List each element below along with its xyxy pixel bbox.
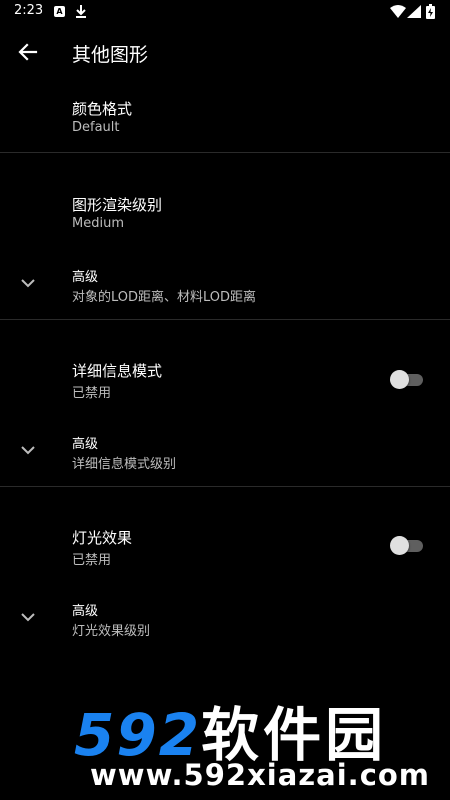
pref-color-format[interactable]: 颜色格式 Default: [0, 80, 450, 152]
advanced-expand-detail[interactable]: 高级 详细信息模式级别: [0, 419, 450, 485]
pref-detail-mode[interactable]: 详细信息模式 已禁用: [0, 320, 450, 416]
pref-title: 详细信息模式: [72, 362, 163, 380]
app-notification-icon: A: [54, 6, 65, 17]
pref-light-effect[interactable]: 灯光效果 已禁用: [0, 487, 450, 583]
advanced-title: 高级: [72, 437, 99, 452]
battery-icon: [426, 4, 435, 19]
pref-title: 灯光效果: [72, 529, 133, 547]
advanced-title: 高级: [72, 604, 99, 619]
advanced-summary: 灯光效果级别: [72, 624, 151, 639]
pref-summary: Default: [72, 120, 120, 135]
light-effect-switch[interactable]: [390, 533, 424, 557]
back-button[interactable]: [12, 36, 44, 68]
advanced-summary: 详细信息模式级别: [72, 457, 177, 472]
advanced-expand-light[interactable]: 高级 灯光效果级别: [0, 586, 450, 652]
switch-thumb: [390, 370, 409, 389]
status-bar: 2:23 A: [0, 0, 450, 24]
pref-title: 图形渲染级别: [72, 196, 163, 214]
advanced-summary: 对象的LOD距离、材料LOD距离: [72, 290, 257, 305]
advanced-expand-lod[interactable]: 高级 对象的LOD距离、材料LOD距离: [0, 252, 450, 318]
pref-summary: 已禁用: [72, 386, 112, 401]
app-notification-letter: A: [56, 7, 63, 16]
pref-summary: Medium: [72, 216, 124, 231]
site-watermark: 592软件园 www.592xiazai.com: [66, 680, 450, 800]
wifi-icon: [390, 5, 406, 18]
pref-title: 颜色格式: [72, 100, 133, 118]
page-title: 其他图形: [72, 44, 149, 66]
pref-render-level[interactable]: 图形渲染级别 Medium: [0, 153, 450, 249]
download-icon: [76, 5, 86, 18]
pref-summary: 已禁用: [72, 553, 112, 568]
app-toolbar: 其他图形: [0, 24, 450, 80]
watermark-url: www.592xiazai.com: [90, 758, 431, 792]
status-time: 2:23: [14, 3, 44, 18]
signal-icon: [407, 5, 421, 18]
chevron-down-icon: [21, 613, 35, 622]
switch-thumb: [390, 536, 409, 555]
chevron-down-icon: [21, 446, 35, 455]
advanced-title: 高级: [72, 270, 99, 285]
detail-mode-switch[interactable]: [390, 367, 424, 391]
chevron-down-icon: [21, 279, 35, 288]
arrow-back-icon: [18, 43, 38, 61]
